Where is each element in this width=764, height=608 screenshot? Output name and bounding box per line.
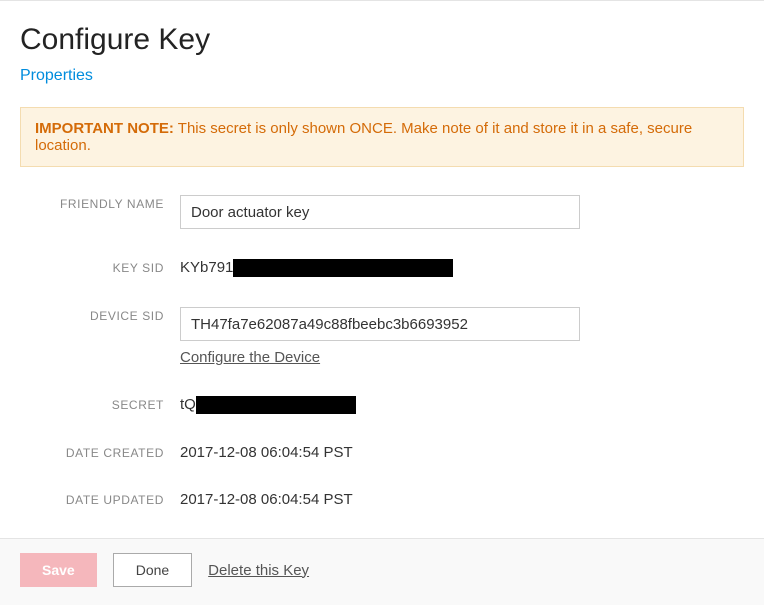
- secret-value: tQ: [180, 392, 744, 414]
- secret-redacted: [196, 396, 356, 414]
- footer-bar: Save Done Delete this Key: [0, 538, 764, 605]
- secret-prefix: tQ: [180, 396, 196, 413]
- date-created-label: DATE CREATED: [20, 440, 180, 460]
- important-notice: IMPORTANT NOTE: This secret is only show…: [20, 107, 744, 167]
- key-sid-label: KEY SID: [20, 255, 180, 275]
- save-button[interactable]: Save: [20, 553, 97, 587]
- configure-device-link[interactable]: Configure the Device: [180, 349, 320, 366]
- friendly-name-label: FRIENDLY NAME: [20, 191, 180, 211]
- key-sid-value: KYb791: [180, 255, 744, 277]
- key-sid-redacted: [233, 259, 453, 277]
- key-form: FRIENDLY NAME KEY SID KYb791 DEVICE SID …: [20, 191, 744, 508]
- done-button[interactable]: Done: [113, 553, 192, 587]
- date-created-value: 2017-12-08 06:04:54 PST: [180, 440, 744, 461]
- key-sid-prefix: KYb791: [180, 259, 233, 276]
- friendly-name-input[interactable]: [180, 195, 580, 229]
- secret-label: SECRET: [20, 392, 180, 412]
- device-sid-label: DEVICE SID: [20, 303, 180, 323]
- page-title: Configure Key: [20, 23, 744, 57]
- notice-bold: IMPORTANT NOTE:: [35, 120, 174, 137]
- page-subtitle: Properties: [20, 67, 744, 85]
- date-updated-label: DATE UPDATED: [20, 487, 180, 507]
- delete-key-link[interactable]: Delete this Key: [208, 562, 309, 579]
- device-sid-input[interactable]: [180, 307, 580, 341]
- date-updated-value: 2017-12-08 06:04:54 PST: [180, 487, 744, 508]
